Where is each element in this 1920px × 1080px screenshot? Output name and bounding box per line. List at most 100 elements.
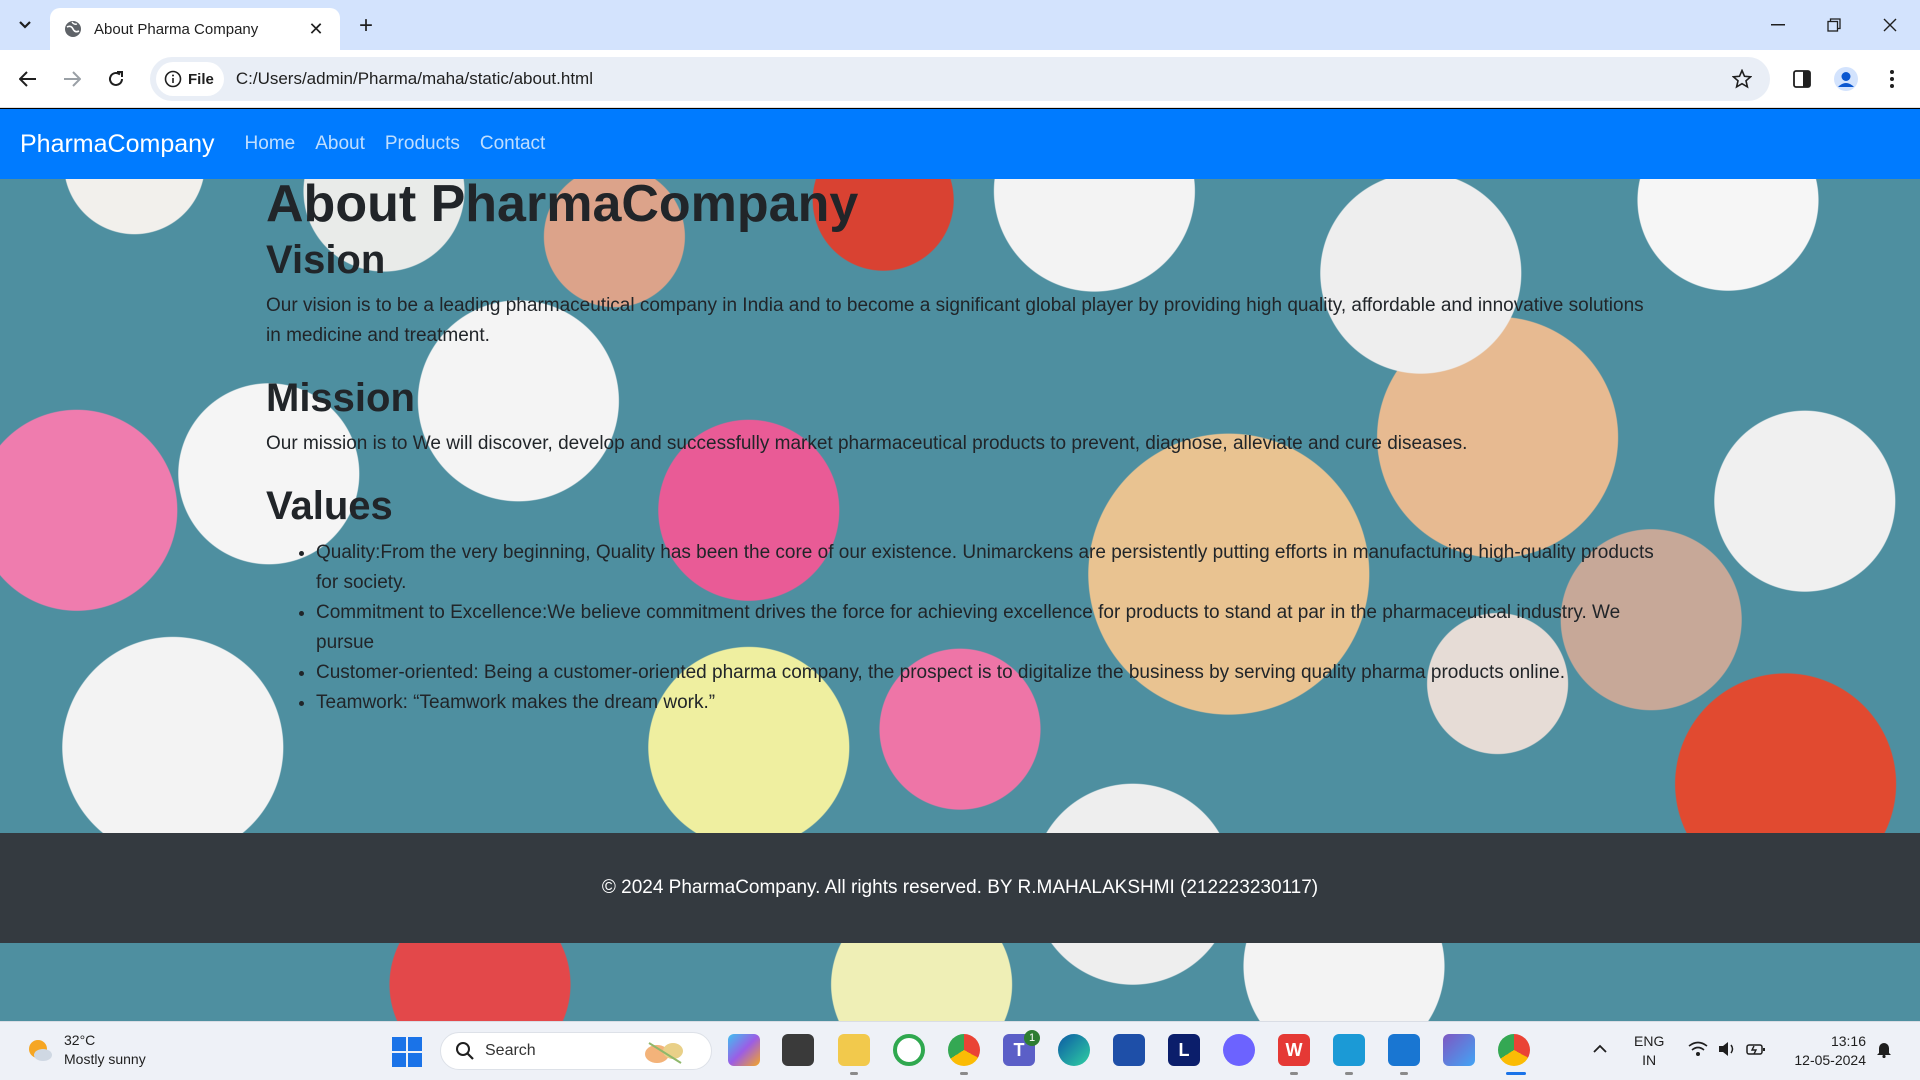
nav-link-products[interactable]: Products [385,133,460,155]
taskbar-app-office[interactable]: W [1278,1034,1310,1066]
brand-logo-link[interactable]: PharmaCompany [20,130,215,159]
reload-icon [109,71,123,86]
values-list: Quality:From the very beginning, Quality… [316,538,1656,718]
values-list-item-quality: Quality:From the very beginning, Quality… [316,538,1656,598]
info-icon [164,70,182,88]
running-indicator [1400,1072,1408,1075]
mission-heading: Mission [266,376,415,420]
mission-text: Our mission is to We will discover, deve… [266,433,1468,454]
values-list-item-commitment: Commitment to Excellence:We believe comm… [316,598,1656,658]
office-icon: W [1285,1039,1303,1060]
bookmark-button[interactable] [1726,63,1758,95]
clock[interactable]: 13:16 12-05-2024 [1782,1032,1866,1070]
taskbar-app-arc[interactable] [1223,1034,1255,1066]
tab-title: About Pharma Company [94,20,259,38]
taskbar-app-chrome[interactable] [1498,1034,1530,1066]
taskbar-app-edge[interactable] [1058,1034,1090,1066]
notifications-button[interactable] [1876,1040,1892,1063]
taskbar-app-l[interactable]: L [1168,1034,1200,1066]
browser-tab-active[interactable]: About Pharma Company ✕ [50,8,340,50]
reload-button[interactable] [100,63,132,95]
system-tray-status[interactable] [1688,1041,1766,1057]
star-icon [1732,69,1752,89]
taskbar-app-chrome-profile[interactable] [948,1034,980,1066]
wifi-icon [1688,1041,1708,1056]
weather-temperature: 32°C [64,1032,96,1048]
globe-icon [65,21,81,37]
vision-text: Our vision is to be a leading pharmaceut… [266,295,1644,346]
taskbar-app-vscode[interactable] [1388,1034,1420,1066]
taskbar-app-store[interactable] [1113,1034,1145,1066]
more-vertical-icon [1890,70,1894,88]
search-highlight-icon [645,1042,683,1064]
values-list-item-teamwork: Teamwork: “Teamwork makes the dream work… [316,688,1656,718]
tab-search-button[interactable] [8,8,42,42]
nav-link-about[interactable]: About [315,133,365,155]
running-indicator [1345,1072,1353,1075]
show-hidden-icons-button[interactable] [1592,1040,1608,1059]
minimize-button[interactable] [1750,0,1806,50]
taskbar-app-copilot[interactable] [728,1034,760,1066]
partly-sunny-icon [29,1040,52,1061]
taskbar-app-file-explorer[interactable] [838,1034,870,1066]
page-viewport: PharmaCompany Home About Products Contac… [0,109,1920,1021]
profile-avatar-icon [1834,67,1858,91]
footer-copyright: © 2024 PharmaCompany. All rights reserve… [601,877,1319,898]
language-code: ENG [1634,1033,1665,1049]
close-icon [1883,18,1897,32]
arrow-right-icon [64,71,81,87]
back-button[interactable] [12,63,44,95]
teams-notification-badge: 1 [1024,1030,1040,1046]
teams-icon: T [1013,1039,1025,1060]
restore-icon [1827,18,1841,32]
bell-icon [1877,1043,1891,1059]
browser-toolbar: File C:/Users/admin/Pharma/maha/static/a… [0,50,1920,108]
taskbar-app-notepad[interactable] [1333,1034,1365,1066]
nav-link-contact[interactable]: Contact [480,133,545,155]
values-list-item-customer: Customer-oriented: Being a customer-orie… [316,658,1656,688]
site-footer: © 2024 PharmaCompany. All rights reserve… [0,833,1920,943]
minimize-icon [1771,24,1785,26]
new-tab-button[interactable]: + [352,12,380,40]
region-code: IN [1642,1052,1657,1068]
side-panel-button[interactable] [1786,63,1818,95]
taskbar-app-photos[interactable] [1443,1034,1475,1066]
weather-widget[interactable]: 32°C Mostly sunny [26,1031,146,1069]
taskbar-search-placeholder: Search [485,1042,536,1059]
forward-button[interactable] [56,63,88,95]
taskbar-search-box[interactable]: Search [440,1032,712,1070]
nav-link-home[interactable]: Home [245,133,296,155]
values-heading: Values [266,484,393,528]
windows-logo-icon [392,1037,422,1067]
side-panel-icon [1793,70,1811,88]
close-window-button[interactable] [1862,0,1918,50]
taskbar-app-green-circle[interactable] [893,1034,925,1066]
weather-condition: Mostly sunny [64,1051,146,1067]
clock-date: 12-05-2024 [1794,1052,1866,1068]
battery-icon [1746,1044,1765,1055]
file-label: File [188,70,214,88]
close-tab-icon[interactable]: ✕ [306,19,326,39]
running-indicator [850,1072,858,1075]
site-navbar: PharmaCompany Home About Products Contac… [0,109,1920,179]
url-text[interactable]: C:/Users/admin/Pharma/maha/static/about.… [236,69,1726,89]
windows-taskbar: 32°C Mostly sunny Search T 1 L W ENG IN [0,1021,1920,1080]
chevron-up-icon [1593,1044,1607,1053]
taskbar-app-task-view[interactable] [782,1034,814,1066]
restore-button[interactable] [1806,0,1862,50]
browser-menu-button[interactable] [1876,63,1908,95]
volume-icon [1719,1042,1734,1056]
search-icon [456,1042,474,1060]
running-indicator [1290,1072,1298,1075]
running-indicator [960,1072,968,1075]
start-button[interactable] [392,1037,422,1072]
language-indicator[interactable]: ENG IN [1634,1032,1664,1070]
site-info-chip[interactable]: File [156,62,224,96]
arrow-left-icon [19,71,36,87]
active-app-indicator [1506,1072,1526,1075]
clock-time: 13:16 [1830,1033,1866,1049]
browser-tab-strip: About Pharma Company ✕ + [0,0,1920,50]
address-bar[interactable]: File C:/Users/admin/Pharma/maha/static/a… [150,57,1770,101]
vision-heading: Vision [266,238,386,282]
profile-button[interactable] [1830,63,1862,95]
